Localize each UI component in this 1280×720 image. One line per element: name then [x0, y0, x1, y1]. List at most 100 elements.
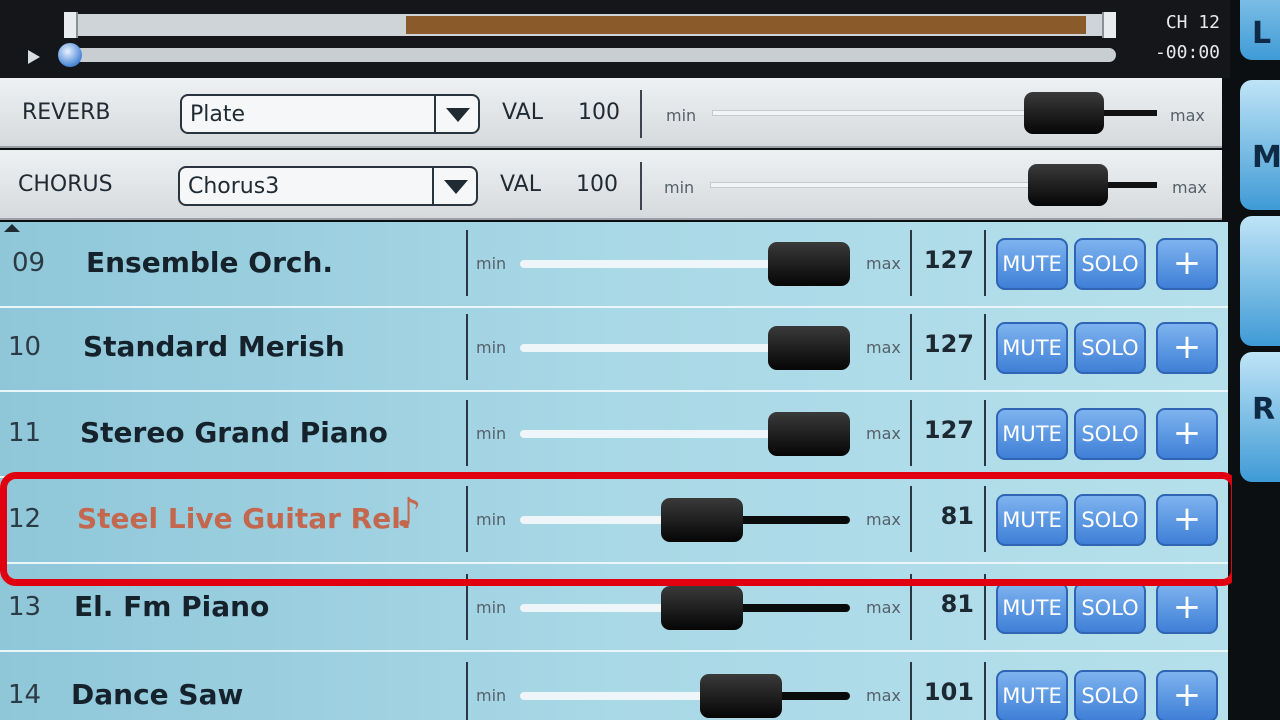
channel-row[interactable]: 14 Dance Saw min max 101 MUTE SOLO +	[0, 654, 1228, 720]
channel-volume-value: 127	[923, 246, 974, 274]
reverb-label: REVERB	[22, 100, 111, 125]
channel-min-label: min	[476, 598, 507, 617]
divider	[984, 230, 986, 296]
chorus-val-label: VAL	[500, 172, 541, 197]
divider	[984, 314, 986, 380]
solo-button[interactable]: SOLO	[1074, 238, 1146, 290]
solo-button[interactable]: SOLO	[1074, 582, 1146, 634]
side-tab-blank[interactable]	[1240, 216, 1280, 346]
loop-range-track[interactable]	[64, 12, 1116, 38]
chorus-type-value: Chorus3	[188, 174, 280, 199]
divider	[984, 400, 986, 466]
channel-instrument-name[interactable]: Stereo Grand Piano	[80, 416, 388, 449]
time-remaining: -00:00	[1154, 42, 1220, 63]
side-tab-m[interactable]: M	[1240, 80, 1280, 210]
transport-bar: CH 12 -00:00	[0, 0, 1230, 78]
reverb-min-label: min	[666, 106, 697, 125]
reverb-slider-knob[interactable]	[1023, 92, 1104, 134]
chorus-label: CHORUS	[18, 172, 113, 197]
chevron-down-icon	[446, 108, 470, 122]
channel-volume-knob[interactable]	[768, 412, 850, 456]
divider	[910, 662, 912, 720]
position-slider[interactable]	[58, 43, 1116, 67]
channel-max-label: max	[866, 338, 901, 357]
reverb-dropdown-button[interactable]	[434, 96, 478, 132]
add-button[interactable]: +	[1156, 582, 1218, 634]
chorus-max-label: max	[1172, 178, 1207, 197]
divider	[984, 662, 986, 720]
channel-instrument-name[interactable]: Dance Saw	[71, 678, 243, 711]
channel-volume-value: 81	[940, 590, 974, 618]
divider	[910, 230, 912, 296]
solo-button[interactable]: SOLO	[1074, 408, 1146, 460]
chorus-value: 100	[576, 172, 618, 197]
side-tab-label: R	[1252, 392, 1276, 427]
channel-volume-knob[interactable]	[660, 586, 743, 630]
mute-button[interactable]: MUTE	[996, 322, 1068, 374]
reverb-row: REVERB Plate VAL 100 min max	[0, 78, 1222, 148]
solo-button[interactable]: SOLO	[1074, 322, 1146, 374]
chorus-dropdown-button[interactable]	[432, 168, 476, 204]
channel-row[interactable]: 11 Stereo Grand Piano min max 127 MUTE SOLO +	[0, 392, 1228, 478]
channel-min-label: min	[476, 254, 507, 273]
channel-row[interactable]: 10 Standard Merish min max 127 MUTE SOLO +	[0, 306, 1228, 392]
position-knob[interactable]	[58, 43, 82, 67]
divider	[910, 400, 912, 466]
solo-button[interactable]: SOLO	[1074, 670, 1146, 720]
channel-volume-knob[interactable]	[768, 326, 850, 370]
channel-max-label: max	[866, 254, 901, 273]
add-button[interactable]: +	[1156, 408, 1218, 460]
right-side-panel: L M R	[1232, 0, 1280, 720]
reverb-type-value: Plate	[190, 102, 246, 127]
reverb-type-select[interactable]: Plate	[180, 94, 480, 134]
channel-number: 13	[8, 592, 42, 622]
channel-volume-track[interactable]	[520, 692, 850, 700]
play-icon[interactable]	[28, 50, 40, 64]
channel-instrument-name[interactable]: Ensemble Orch.	[86, 246, 333, 279]
mute-button[interactable]: MUTE	[996, 238, 1068, 290]
channel-volume-knob[interactable]	[768, 242, 850, 286]
chorus-slider-knob[interactable]	[1027, 164, 1108, 206]
side-tab-label: L	[1252, 16, 1272, 51]
add-button[interactable]: +	[1156, 238, 1218, 290]
chorus-row: CHORUS Chorus3 VAL 100 min max	[0, 150, 1222, 220]
divider	[466, 662, 468, 720]
channel-min-label: min	[476, 686, 507, 705]
add-button[interactable]: +	[1156, 670, 1218, 720]
side-tab-label: M	[1252, 140, 1280, 175]
side-tab-l[interactable]: L	[1240, 0, 1280, 60]
add-button[interactable]: +	[1156, 322, 1218, 374]
channel-volume-value: 127	[923, 416, 974, 444]
channel-row[interactable]: 09 Ensemble Orch. min max 127 MUTE SOLO +	[0, 222, 1228, 308]
channel-number: 11	[8, 418, 42, 448]
loop-range-fill	[406, 16, 1086, 34]
channel-instrument-name[interactable]: Standard Merish	[83, 330, 345, 363]
divider	[466, 314, 468, 380]
loop-start-handle[interactable]	[64, 12, 78, 38]
channel-max-label: max	[866, 598, 901, 617]
reverb-val-label: VAL	[502, 100, 543, 125]
channel-volume-knob[interactable]	[700, 674, 783, 718]
chevron-down-icon	[444, 180, 468, 194]
chorus-type-select[interactable]: Chorus3	[178, 166, 478, 206]
loop-end-handle[interactable]	[1102, 12, 1116, 38]
divider	[910, 314, 912, 380]
mute-button[interactable]: MUTE	[996, 582, 1068, 634]
mute-button[interactable]: MUTE	[996, 408, 1068, 460]
channel-min-label: min	[476, 338, 507, 357]
current-channel-label: CH 12	[1165, 12, 1220, 33]
channel-volume-value: 101	[923, 678, 974, 706]
divider	[640, 90, 642, 138]
divider	[640, 162, 642, 210]
divider	[466, 230, 468, 296]
channel-number: 14	[8, 680, 42, 710]
channel-max-label: max	[866, 686, 901, 705]
reverb-max-label: max	[1170, 106, 1205, 125]
mute-button[interactable]: MUTE	[996, 670, 1068, 720]
side-tab-r[interactable]: R	[1240, 352, 1280, 482]
channel-instrument-name[interactable]: El. Fm Piano	[74, 590, 269, 623]
divider	[466, 400, 468, 466]
chorus-min-label: min	[664, 178, 695, 197]
reverb-value: 100	[578, 100, 620, 125]
channel-number: 10	[8, 332, 42, 362]
